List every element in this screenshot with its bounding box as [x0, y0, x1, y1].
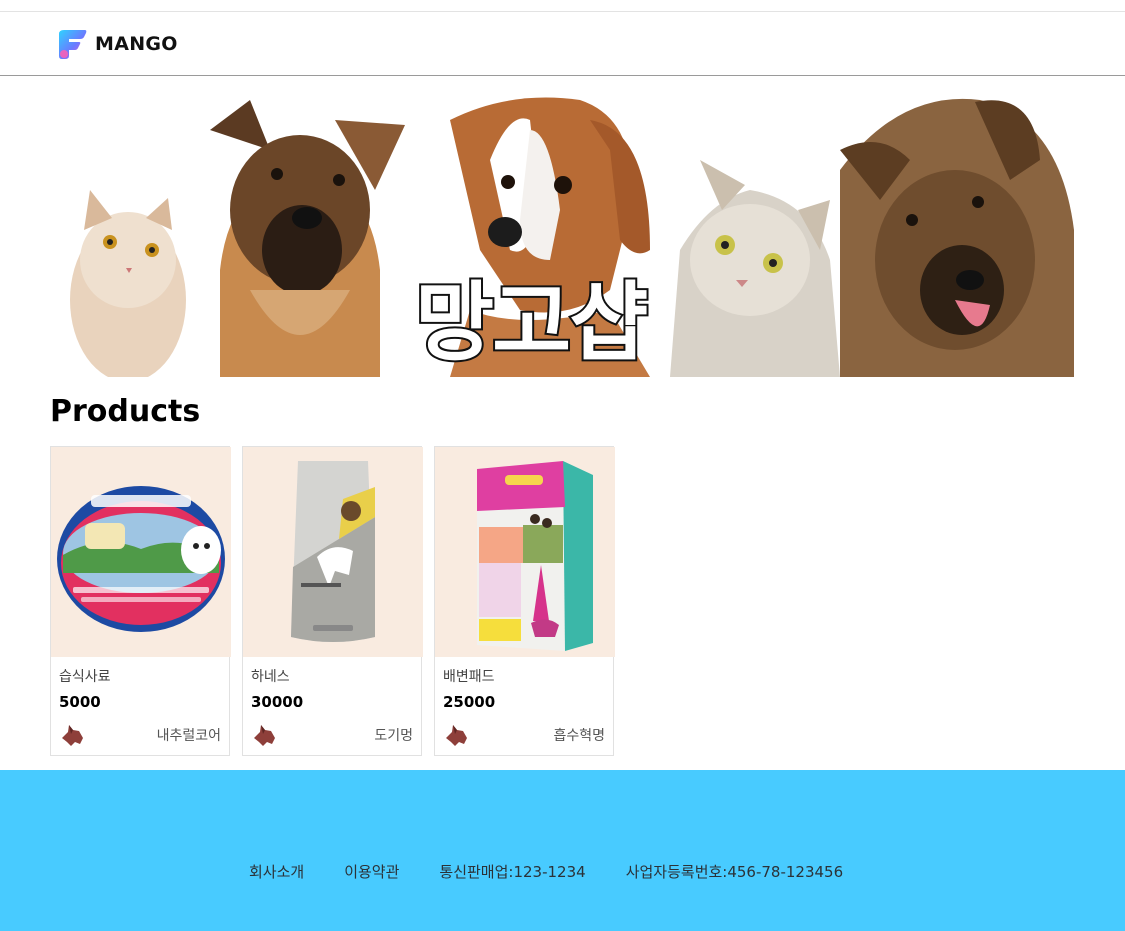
pets-banner-image: 망고샵 [70, 97, 1074, 377]
product-price: 25000 [443, 693, 496, 711]
footer-business-license: 통신판매업:123-1234 [439, 863, 586, 881]
product-seller: 흡수혁명 [553, 728, 605, 744]
product-name: 하네스 [251, 669, 290, 685]
product-image [243, 447, 423, 657]
product-name: 습식사료 [59, 669, 111, 685]
dog-shepherd-illustration [210, 100, 405, 377]
product-card[interactable]: 습식사료 5000 내추럴코어 [50, 446, 231, 756]
food-bag-icon [291, 461, 375, 642]
footer-links: 회사소개 이용약관 통신판매업:123-1234 사업자등록번호:456-78-… [249, 861, 843, 882]
hero-banner: 망고샵 [50, 90, 1074, 377]
footer-registration-number: 사업자등록번호:456-78-123456 [625, 863, 844, 881]
wet-food-can-icon [57, 486, 225, 632]
cat-grey-illustration [670, 160, 840, 377]
dog-fluffy-illustration [840, 98, 1074, 377]
site-header: MANGO [0, 12, 1125, 76]
mango-logo-icon [59, 30, 87, 59]
product-seller: 내추럴코어 [156, 728, 221, 744]
site-footer: 회사소개 이용약관 통신판매업:123-1234 사업자등록번호:456-78-… [0, 770, 1125, 931]
logo-text: MANGO [95, 33, 178, 55]
product-price: 30000 [251, 693, 304, 711]
logo[interactable]: MANGO [55, 28, 178, 60]
dog-head-icon [446, 725, 467, 746]
footer-link-terms[interactable]: 이용약관 [344, 861, 399, 882]
products-section-title: Products [50, 394, 201, 429]
banner-title: 망고샵 [415, 273, 647, 373]
product-card[interactable]: 배변패드 25000 흡수혁명 [434, 446, 615, 756]
product-price: 5000 [59, 693, 101, 711]
product-image [435, 447, 615, 657]
dog-head-icon [62, 725, 83, 746]
product-list: 습식사료 5000 내추럴코어 하네스 30000 도기멍 배변패드 25000… [50, 446, 615, 756]
product-card[interactable]: 하네스 30000 도기멍 [242, 446, 423, 756]
dog-head-icon [254, 725, 275, 746]
product-name: 배변패드 [443, 669, 495, 685]
product-seller: 도기멍 [374, 728, 413, 744]
cat-left-illustration [70, 190, 186, 377]
pad-box-icon [477, 461, 593, 651]
footer-link-company[interactable]: 회사소개 [249, 861, 304, 882]
product-image [51, 447, 231, 657]
